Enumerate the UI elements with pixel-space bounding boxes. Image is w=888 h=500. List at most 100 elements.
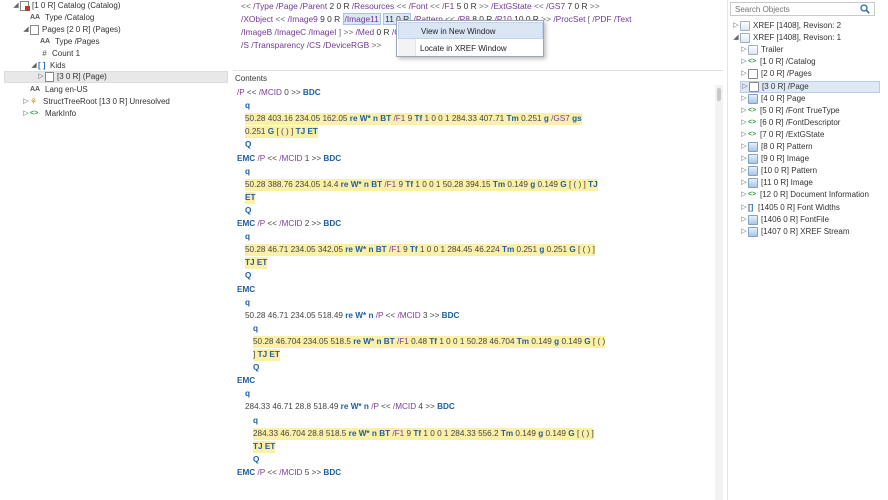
object-item[interactable]: ▷ [11 0 R] Image	[740, 177, 813, 189]
expand-arrow-icon[interactable]: ▷	[740, 93, 748, 105]
dict-token[interactable]: 2 0 R	[330, 1, 350, 11]
expand-arrow-icon[interactable]: ▷	[22, 96, 30, 108]
content-line[interactable]: /P << /MCID 0 >> BDC	[237, 87, 321, 99]
object-item[interactable]: ▷ XREF [1408], Revison: 2	[732, 20, 841, 32]
context-menu: View in New Window Locate in XREF Window	[396, 20, 544, 57]
tree-item-count[interactable]: # Count 1	[40, 48, 80, 60]
menu-item-view-new-window[interactable]: View in New Window	[398, 22, 543, 39]
object-item[interactable]: ▷ [3 0 R] /Page	[740, 80, 880, 93]
dict-token[interactable]: 9 0 R	[320, 14, 340, 24]
content-line[interactable]: q	[253, 415, 258, 427]
content-line[interactable]: EMC	[237, 284, 255, 296]
object-item[interactable]: ▷ [10 0 R] Pattern	[740, 165, 817, 177]
tree-item-catalog[interactable]: ◢ [1 0 R] Catalog (Catalog)	[12, 0, 121, 12]
expand-arrow-icon[interactable]: ▷	[740, 105, 748, 117]
content-line[interactable]: EMC	[237, 375, 255, 387]
object-item[interactable]: ▷ Trailer	[740, 44, 783, 56]
content-line[interactable]: Q	[245, 205, 251, 217]
tree-item-type-pages[interactable]: AA Type /Pages	[40, 36, 99, 48]
content-line[interactable]: q	[245, 231, 250, 243]
expand-arrow-icon[interactable]: ▷	[741, 81, 749, 93]
content-line[interactable]: q	[245, 388, 250, 400]
content-line[interactable]: 284.33 46.704 28.8 518.5 re W* n BT /F1 …	[253, 427, 594, 440]
object-item[interactable]: ▷ <> [1 0 R] /Catalog	[740, 56, 815, 68]
expand-arrow-icon[interactable]: ▷	[740, 153, 748, 165]
collapse-arrow-icon[interactable]: ◢	[12, 0, 20, 12]
object-item[interactable]: ▷ [9 0 R] Image	[740, 153, 809, 165]
object-item[interactable]: ▷ <> [6 0 R] /FontDescriptor	[740, 117, 840, 129]
content-line[interactable]: ] TJ ET	[253, 349, 280, 361]
dict-token: >>	[479, 1, 489, 11]
scrollbar-thumb[interactable]	[717, 88, 721, 101]
object-item[interactable]: ◢ XREF [1408], Revison: 1	[732, 32, 841, 44]
menu-item-locate-xref[interactable]: Locate in XREF Window	[398, 40, 543, 57]
content-line[interactable]: q	[245, 166, 250, 178]
expand-arrow-icon[interactable]: ▷	[740, 44, 748, 56]
tree-item-markinfo[interactable]: ▷ <> MarkInfo	[22, 108, 76, 120]
pane-divider[interactable]	[233, 70, 723, 71]
expand-arrow-icon[interactable]: ▷	[740, 117, 748, 129]
expand-arrow-icon[interactable]: ▷	[740, 189, 748, 201]
dict-token[interactable]: 5 0 R	[457, 1, 477, 11]
content-line[interactable]: q	[253, 323, 258, 335]
content-line[interactable]: TJ ET	[253, 440, 276, 453]
dict-token[interactable]: 0 R	[377, 27, 390, 37]
expand-arrow-icon[interactable]: ▷	[740, 177, 748, 189]
expand-arrow-icon[interactable]: ▷	[22, 108, 30, 120]
expand-arrow-icon[interactable]: ▷	[740, 141, 748, 153]
tree-item-type-catalog[interactable]: AA Type /Catalog	[30, 12, 94, 24]
expand-arrow-icon[interactable]: ▷	[740, 56, 748, 68]
collapse-arrow-icon[interactable]: ◢	[22, 24, 30, 36]
expand-arrow-icon[interactable]: ▷	[740, 202, 748, 214]
content-line[interactable]: 50.28 46.704 234.05 518.5 re W* n BT /F1…	[253, 335, 606, 348]
content-line[interactable]: 284.33 46.71 28.8 518.49 re W* n /P << /…	[245, 401, 455, 413]
content-line[interactable]: EMC /P << /MCID 5 >> BDC	[237, 467, 341, 479]
dict-token: <<	[533, 1, 544, 11]
collapse-arrow-icon[interactable]: ◢	[732, 32, 740, 44]
expand-arrow-icon[interactable]: ▷	[37, 71, 45, 83]
expand-arrow-icon[interactable]: ▷	[740, 165, 748, 177]
tree-item-structtreeroot[interactable]: ▷ ⚘ StructTreeRoot [13 0 R] Unresolved	[22, 96, 170, 108]
dict-token[interactable]: 7 0 R	[568, 1, 588, 11]
content-line[interactable]: TJ ET	[245, 257, 268, 270]
expand-arrow-icon[interactable]: ▷	[740, 68, 748, 80]
content-line[interactable]: EMC /P << /MCID 2 >> BDC	[237, 218, 341, 230]
search-objects-input[interactable]	[730, 2, 875, 16]
content-line[interactable]: Q	[253, 362, 259, 374]
object-item-label: [1405 0 R] Font Widths	[758, 202, 840, 212]
expand-arrow-icon[interactable]: ▷	[732, 20, 740, 32]
object-item[interactable]: ▷ <> [12 0 R] Document Information	[740, 189, 869, 201]
content-line[interactable]: 50.28 46.71 234.05 342.05 re W* n BT /F1…	[245, 244, 595, 257]
content-line[interactable]: Q	[245, 139, 251, 151]
dict-token: /GS7	[546, 1, 566, 11]
object-item[interactable]: ▷ [4 0 R] Page	[740, 93, 805, 105]
object-item[interactable]: ▷ <> [5 0 R] /Font TrueType	[740, 105, 839, 117]
content-line[interactable]: Q	[245, 270, 251, 282]
content-stream-view[interactable]: /P << /MCID 0 >> BDC q 50.28 403.16 234.05…	[237, 85, 715, 500]
tree-item-pages[interactable]: ◢ Pages [2 0 R] (Pages)	[22, 24, 121, 36]
content-line[interactable]: q	[245, 100, 250, 112]
content-line[interactable]: ET	[245, 191, 256, 204]
expand-arrow-icon[interactable]: ▷	[740, 129, 748, 141]
content-line[interactable]: EMC /P << /MCID 1 >> BDC	[237, 153, 341, 165]
content-line[interactable]: 50.28 46.71 234.05 518.49 re W* n /P << …	[245, 310, 459, 322]
structure-tree-pane[interactable]: ◢ [1 0 R] Catalog (Catalog) AA Type /Cat…	[0, 0, 232, 500]
object-item[interactable]: ▷ [1406 0 R] FontFile	[740, 214, 829, 226]
object-item[interactable]: ▷ [1407 0 R] XREF Stream	[740, 226, 849, 238]
tree-item-lang[interactable]: AA Lang en-US	[30, 84, 88, 96]
object-item[interactable]: ▷ [8 0 R] Pattern	[740, 141, 813, 153]
tree-item-page-selected[interactable]: ▷ [3 0 R] (Page)	[4, 71, 228, 83]
object-item[interactable]: ▷ <> [7 0 R] /ExtGState	[740, 129, 824, 141]
vertical-scrollbar[interactable]	[715, 85, 723, 500]
content-line[interactable]: 50.28 388.76 234.05 14.4 re W* n BT /F1 …	[245, 178, 598, 191]
expand-arrow-icon[interactable]: ▷	[740, 226, 748, 238]
content-line[interactable]: q	[245, 297, 250, 309]
object-item-label: [1407 0 R] XREF Stream	[761, 226, 850, 236]
content-line[interactable]: 0.251 G [ ( ) ] TJ ET	[245, 126, 318, 139]
search-icon[interactable]	[860, 4, 870, 14]
object-item[interactable]: ▷ [2 0 R] /Pages	[740, 68, 812, 80]
content-line[interactable]: 50.28 403.16 234.05 162.05 re W* n BT /F…	[245, 113, 582, 126]
object-item[interactable]: ▷[] [1405 0 R] Font Widths	[740, 202, 840, 214]
content-line[interactable]: Q	[253, 454, 259, 466]
expand-arrow-icon[interactable]: ▷	[740, 214, 748, 226]
